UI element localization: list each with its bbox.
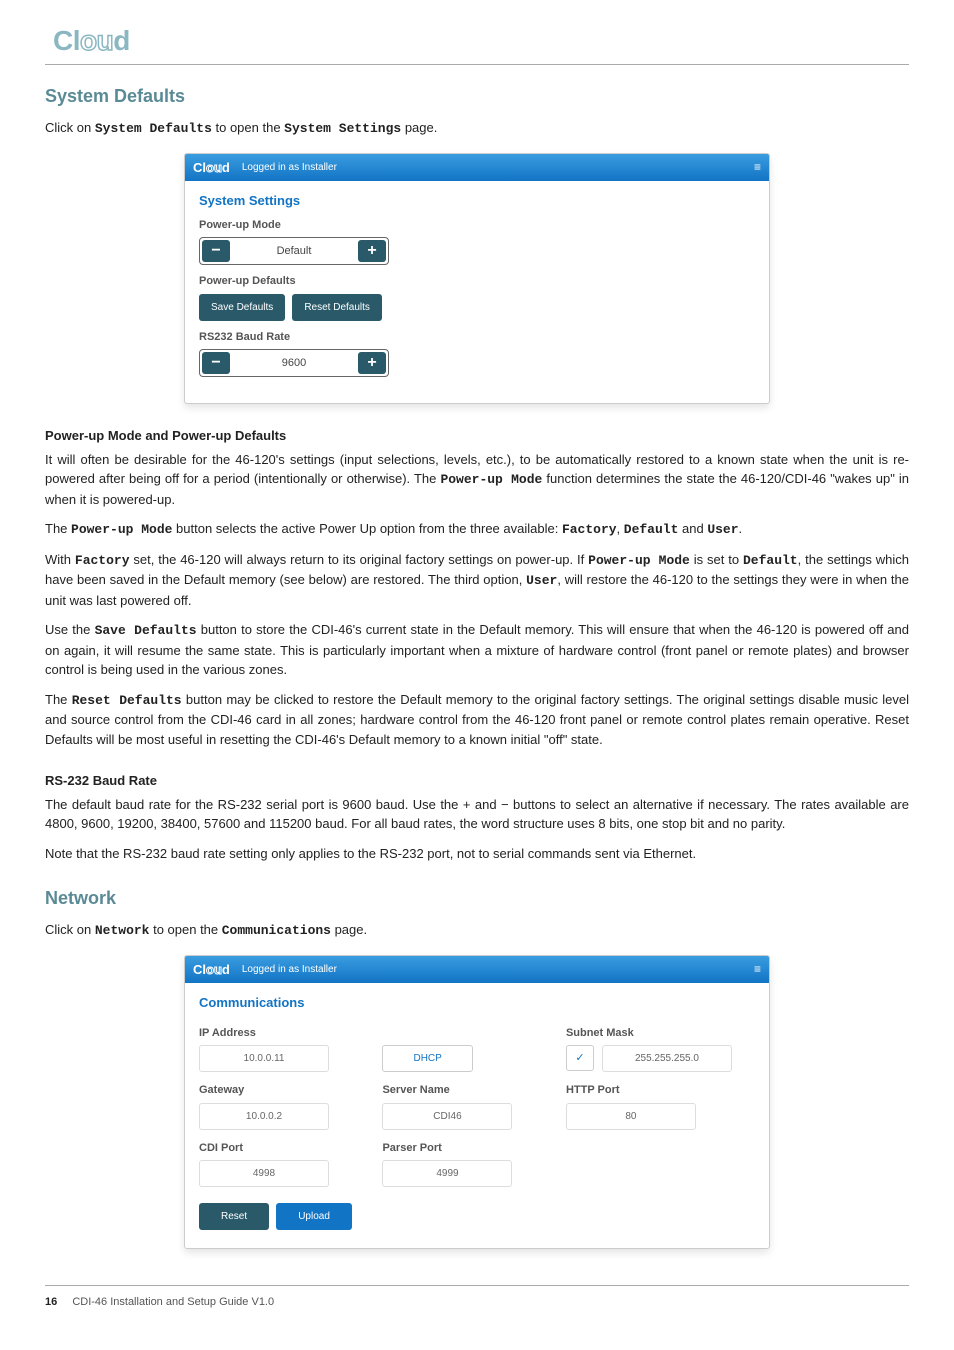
page-header: Cloud [45, 20, 909, 65]
t: to open the [212, 120, 284, 135]
server-name-label: Server Name [382, 1082, 551, 1099]
t: Power-up Mode [71, 522, 172, 537]
para: Use the Save Defaults button to store th… [45, 620, 909, 680]
parser-port-label: Parser Port [382, 1140, 551, 1157]
section-title-network: Network [45, 885, 909, 912]
para: The default baud rate for the RS-232 ser… [45, 795, 909, 834]
power-up-defaults-label: Power-up Defaults [199, 273, 755, 290]
panel-body: System Settings Power-up Mode − Default … [185, 181, 769, 403]
t: to open the [149, 922, 221, 937]
power-up-mode-spinner: − Default + [199, 237, 389, 265]
t: Save Defaults [95, 623, 197, 638]
t: Factory [75, 553, 130, 568]
upload-button[interactable]: Upload [276, 1203, 352, 1230]
gateway-label: Gateway [199, 1082, 368, 1099]
section-title-system-defaults: System Defaults [45, 83, 909, 110]
reset-defaults-button[interactable]: Reset Defaults [292, 294, 382, 321]
subhead-baud: RS-232 Baud Rate [45, 771, 909, 791]
t: Network [95, 923, 150, 938]
reset-button[interactable]: Reset [199, 1203, 269, 1230]
subhead-powerup: Power-up Mode and Power-up Defaults [45, 426, 909, 446]
t: and [678, 521, 707, 536]
http-port-label: HTTP Port [566, 1082, 735, 1099]
t: User [526, 573, 557, 588]
para: It will often be desirable for the 46-12… [45, 450, 909, 510]
section1-intro: Click on System Defaults to open the Sys… [45, 118, 909, 139]
t: page. [401, 120, 437, 135]
t: , [617, 521, 624, 536]
t: With [45, 552, 75, 567]
page-footer: 16 CDI-46 Installation and Setup Guide V… [45, 1285, 909, 1311]
http-port-input[interactable]: 80 [566, 1103, 696, 1130]
panel-title: Communications [199, 993, 755, 1013]
page-number: 16 [45, 1296, 57, 1308]
system-settings-screenshot: Cloud Logged in as Installer ≡ System Se… [184, 153, 770, 405]
dhcp-button[interactable]: DHCP [382, 1045, 472, 1072]
para: The Reset Defaults button may be clicked… [45, 690, 909, 750]
server-name-input[interactable]: CDI46 [382, 1103, 512, 1130]
minus-button[interactable]: − [202, 352, 230, 374]
t: Power-up Mode [588, 553, 690, 568]
t: Default [624, 522, 679, 537]
power-up-mode-value: Default [232, 240, 356, 262]
t: The [45, 521, 71, 536]
panel-header: Cloud Logged in as Installer ≡ [185, 154, 769, 182]
para: Note that the RS-232 baud rate setting o… [45, 844, 909, 864]
hamburger-icon[interactable]: ≡ [754, 960, 761, 978]
t: Communications [222, 923, 331, 938]
t: System Defaults [95, 121, 212, 136]
communications-screenshot: Cloud Logged in as Installer ≡ Communica… [184, 955, 770, 1250]
t: page. [331, 922, 367, 937]
t: set, the 46-120 will always return to it… [130, 552, 589, 567]
panel-header: Cloud Logged in as Installer ≡ [185, 956, 769, 984]
t: Click on [45, 120, 95, 135]
power-up-mode-label: Power-up Mode [199, 217, 755, 234]
cdi-port-label: CDI Port [199, 1140, 368, 1157]
cloud-logo: Cloud [45, 20, 130, 62]
minus-button[interactable]: − [202, 240, 230, 262]
plus-button[interactable]: + [358, 240, 386, 262]
gateway-input[interactable]: 10.0.0.2 [199, 1103, 329, 1130]
ip-address-input[interactable]: 10.0.0.11 [199, 1045, 329, 1072]
save-defaults-button[interactable]: Save Defaults [199, 294, 285, 321]
footer-text: CDI-46 Installation and Setup Guide V1.0 [72, 1296, 274, 1308]
spacer [382, 1025, 551, 1042]
t: Use the [45, 622, 95, 637]
t: button selects the active Power Up optio… [172, 521, 562, 536]
section2-intro: Click on Network to open the Communicati… [45, 920, 909, 941]
t: Default [743, 553, 798, 568]
ip-address-label: IP Address [199, 1025, 368, 1042]
plus-button[interactable]: + [358, 352, 386, 374]
baud-rate-label: RS232 Baud Rate [199, 329, 755, 346]
para: With Factory set, the 46-120 will always… [45, 550, 909, 611]
panel-title: System Settings [199, 191, 755, 211]
t: The [45, 692, 72, 707]
subnet-label: Subnet Mask [566, 1025, 735, 1042]
t: Power-up Mode [440, 472, 542, 487]
parser-port-input[interactable]: 4999 [382, 1160, 512, 1187]
login-status: Logged in as Installer [242, 160, 754, 175]
panel-logo: Cloud [193, 158, 230, 178]
panel-logo: Cloud [193, 960, 230, 980]
subnet-input[interactable]: 255.255.255.0 [602, 1045, 732, 1072]
cdi-port-input[interactable]: 4998 [199, 1160, 329, 1187]
t: User [707, 522, 738, 537]
baud-rate-value: 9600 [232, 352, 356, 374]
check-icon[interactable]: ✓ [566, 1045, 594, 1071]
panel-body: Communications IP Address 10.0.0.11 DHCP… [185, 983, 769, 1248]
login-status: Logged in as Installer [242, 962, 754, 977]
hamburger-icon[interactable]: ≡ [754, 158, 761, 176]
t: System Settings [284, 121, 401, 136]
para: The Power-up Mode button selects the act… [45, 519, 909, 540]
t: is set to [690, 552, 743, 567]
t: Factory [562, 522, 617, 537]
baud-rate-spinner: − 9600 + [199, 349, 389, 377]
t: . [739, 521, 743, 536]
t: Click on [45, 922, 95, 937]
t: Reset Defaults [72, 693, 182, 708]
